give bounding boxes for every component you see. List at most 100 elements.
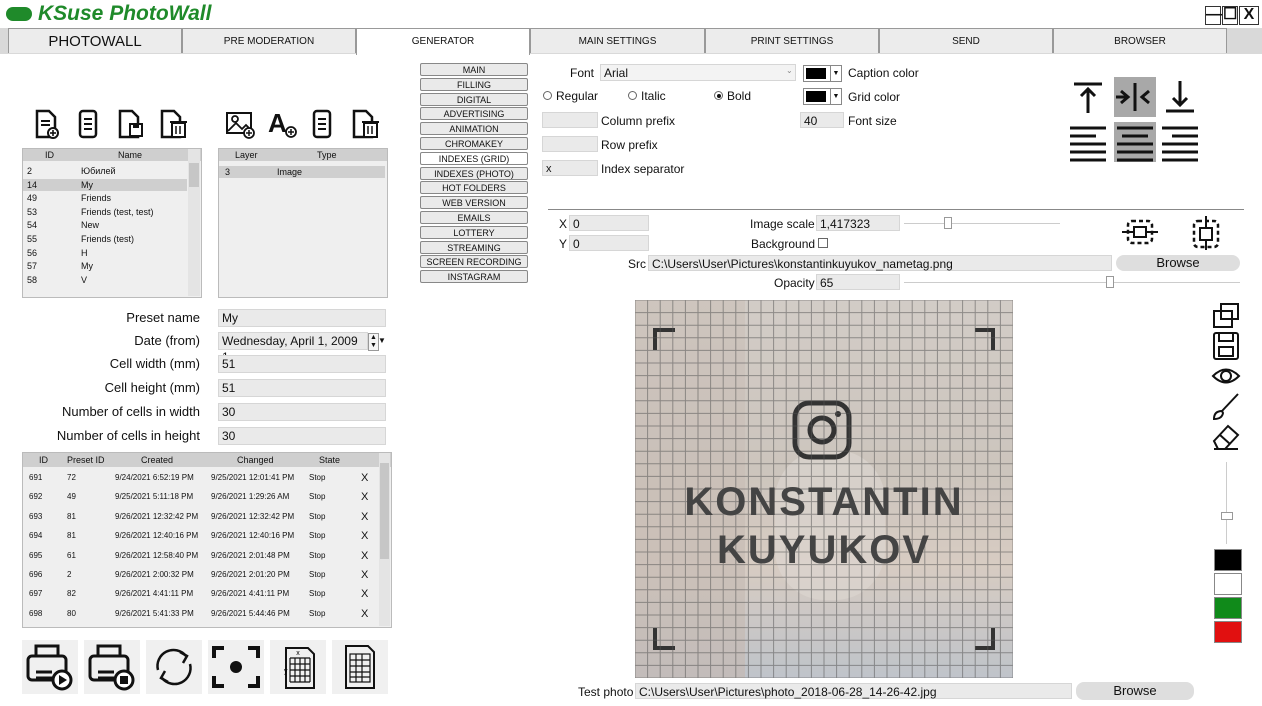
maximize-button[interactable]: ☐ [1222, 6, 1238, 25]
test-photo-browse-button[interactable]: Browse [1076, 682, 1194, 700]
column-header-created[interactable]: Created [141, 455, 173, 465]
align-top-icon[interactable] [1068, 77, 1108, 117]
copy-preset-icon[interactable] [74, 108, 104, 140]
center-vertical-icon[interactable] [1184, 214, 1230, 252]
delete-job-button[interactable]: X [361, 550, 368, 562]
delete-layer-icon[interactable] [350, 108, 380, 140]
preset-row[interactable]: 14 My [23, 178, 187, 191]
preset-row[interactable]: 58 V [23, 274, 187, 286]
screenshot-icon[interactable] [208, 640, 264, 694]
preset-name-input[interactable]: My [218, 309, 386, 327]
cell-width-input[interactable]: 51 [218, 355, 386, 373]
column-header-id[interactable]: ID [39, 455, 48, 465]
preset-list-scroll-thumb[interactable] [189, 163, 199, 187]
add-image-layer-icon[interactable] [224, 108, 256, 140]
palette-color-swatch[interactable] [1214, 621, 1242, 643]
close-button[interactable]: X [1239, 6, 1259, 25]
palette-color-swatch[interactable] [1214, 573, 1242, 595]
preset-row[interactable]: 54 New [23, 219, 187, 231]
job-row[interactable]: 698 80 9/26/2021 5:41:33 PM 9/26/2021 5:44:… [23, 608, 377, 622]
palette-color-swatch[interactable] [1214, 597, 1242, 619]
delete-job-button[interactable]: X [361, 472, 368, 484]
minimize-button[interactable]: — [1205, 6, 1222, 25]
column-header-type[interactable]: Type [317, 150, 337, 160]
tab-print-settings[interactable]: PRINT SETTINGS [705, 28, 879, 53]
print-stop-icon[interactable] [84, 640, 140, 694]
font-select[interactable]: Arial [600, 64, 796, 81]
bold-radio[interactable] [714, 91, 723, 100]
align-vcenter-icon[interactable] [1114, 77, 1156, 117]
generator-tab-filling[interactable]: FILLING [420, 77, 528, 91]
layer-row[interactable]: 3 Image [219, 166, 385, 178]
eye-icon[interactable] [1210, 361, 1242, 391]
grid-table-icon[interactable] [332, 640, 388, 694]
regular-radio[interactable] [543, 91, 552, 100]
generator-tab-advertising[interactable]: ADVERTISING [420, 107, 528, 121]
generator-tab-chromakey[interactable]: CHROMAKEY [420, 137, 528, 150]
job-row[interactable]: 696 2 9/26/2021 2:00:32 PM 9/26/2021 2:01:2… [23, 569, 377, 583]
date-dropdown-icon[interactable]: ▼ [378, 333, 386, 349]
preset-row[interactable]: 53 Friends (test, test) [23, 206, 187, 218]
cells-in-width-input[interactable]: 30 [218, 403, 386, 421]
generator-tab-instagram[interactable]: INSTAGRAM [420, 270, 528, 284]
job-row[interactable]: 692 49 9/25/2021 5:11:18 PM 9/26/2021 1:29:… [23, 491, 377, 505]
delete-job-button[interactable]: X [361, 588, 368, 600]
brush-size-slider-thumb[interactable] [1221, 512, 1233, 520]
generator-tab-streaming[interactable]: STREAMING [420, 240, 528, 254]
jobs-table[interactable]: ID Preset ID Created Changed State 691 72… [22, 452, 392, 628]
tab-browser[interactable]: BROWSER [1053, 28, 1227, 53]
save-preset-icon[interactable] [116, 108, 146, 140]
grid-color-dropdown-icon[interactable]: ▼ [830, 88, 842, 105]
delete-job-button[interactable]: X [361, 608, 368, 620]
print-play-icon[interactable] [22, 640, 78, 694]
test-photo-input[interactable]: C:\Users\User\Pictures\photo_2018-06-28_… [635, 683, 1072, 699]
font-size-input[interactable]: 40 [800, 112, 844, 128]
generator-tab-emails[interactable]: EMAILS [420, 211, 528, 224]
jobs-table-scroll-thumb[interactable] [380, 463, 389, 559]
delete-preset-icon[interactable] [158, 108, 188, 140]
tab-photowall[interactable]: PHOTOWALL [8, 28, 182, 53]
date-from-input[interactable]: Wednesday, April 1, 2009 1 [218, 332, 368, 364]
add-preset-icon[interactable] [32, 108, 62, 140]
caption-color-swatch[interactable] [803, 65, 831, 82]
save-icon[interactable] [1210, 331, 1242, 361]
index-separator-input[interactable]: x [542, 160, 598, 176]
delete-job-button[interactable]: X [361, 511, 368, 523]
job-row[interactable]: 691 72 9/24/2021 6:52:19 PM 9/25/2021 12:01… [23, 472, 377, 486]
delete-job-button[interactable]: X [361, 569, 368, 581]
column-header-changed[interactable]: Changed [237, 455, 274, 465]
x-input[interactable]: 0 [569, 215, 649, 231]
preset-row[interactable]: 56 H [23, 247, 187, 259]
column-header-name[interactable]: Name [118, 150, 142, 160]
image-scale-input[interactable]: 1,417323 [816, 215, 900, 231]
generator-tab-web-version[interactable]: WEB VERSION [420, 196, 528, 210]
add-text-layer-icon[interactable]: A [266, 108, 298, 140]
generator-tab-indexes-grid[interactable]: INDEXES (GRID) [420, 151, 528, 165]
src-browse-button[interactable]: Browse [1116, 255, 1240, 271]
brush-icon[interactable] [1210, 391, 1242, 421]
preset-row[interactable]: 2 Юбилей [23, 165, 187, 177]
align-left-icon[interactable] [1068, 122, 1108, 162]
align-center-icon[interactable] [1114, 122, 1156, 162]
generator-tab-screen-recording[interactable]: SCREEN RECORDING [420, 255, 528, 269]
background-checkbox[interactable] [818, 238, 828, 248]
generator-tab-indexes-photo[interactable]: INDEXES (PHOTO) [420, 166, 528, 180]
generator-tab-lottery[interactable]: LOTTERY [420, 225, 528, 239]
column-prefix-input[interactable] [542, 112, 598, 128]
job-row[interactable]: 697 82 9/26/2021 4:41:11 PM 9/26/2021 4:41:… [23, 588, 377, 602]
tab-generator[interactable]: GENERATOR [356, 28, 530, 55]
opacity-slider[interactable] [904, 282, 1240, 283]
preset-row[interactable]: 55 Friends (test) [23, 233, 187, 245]
src-input[interactable]: C:\Users\User\Pictures\konstantinkuyukov… [648, 255, 1112, 271]
brush-size-slider[interactable] [1226, 462, 1227, 544]
grid-color-swatch[interactable] [803, 88, 831, 105]
job-row[interactable]: 693 81 9/26/2021 12:32:42 PM 9/26/2021 12:3… [23, 511, 377, 525]
column-header-preset-id[interactable]: Preset ID [67, 455, 105, 465]
refresh-icon[interactable] [146, 640, 202, 694]
crop-icon[interactable] [1210, 301, 1242, 331]
row-prefix-input[interactable] [542, 136, 598, 152]
align-bottom-icon[interactable] [1160, 77, 1200, 117]
column-header-state[interactable]: State [319, 455, 340, 465]
delete-job-button[interactable]: X [361, 491, 368, 503]
image-scale-slider[interactable] [904, 223, 1060, 224]
